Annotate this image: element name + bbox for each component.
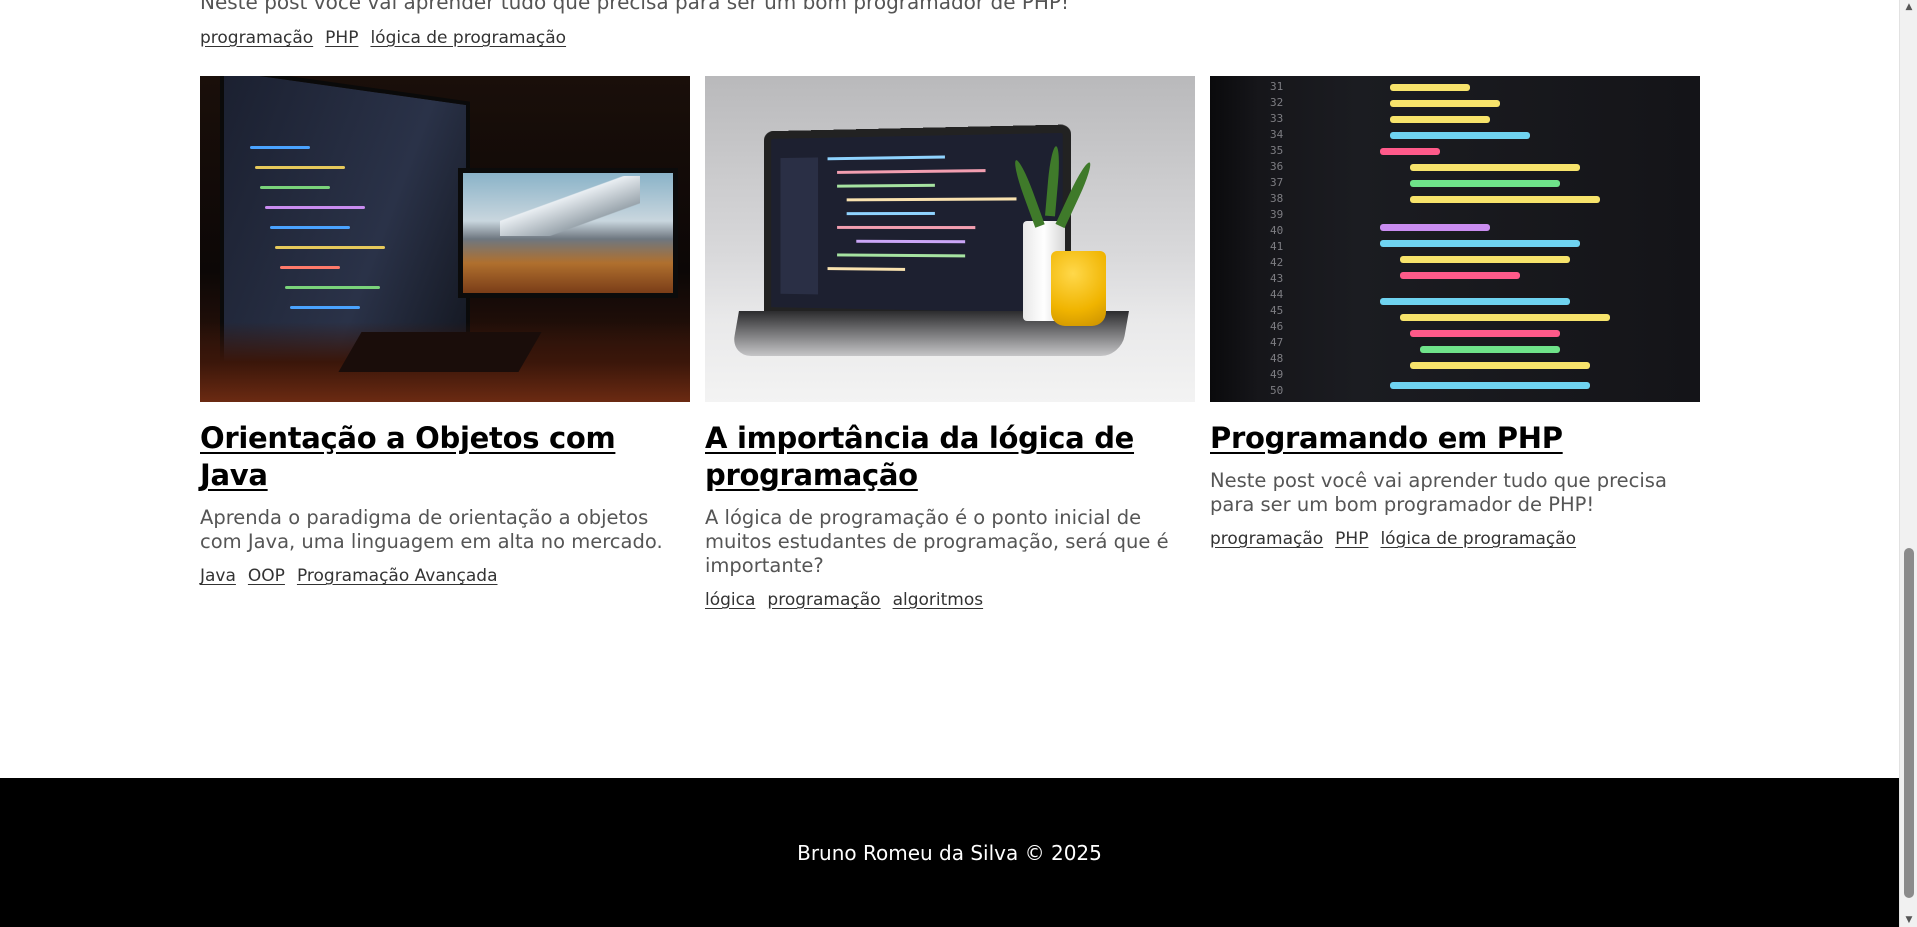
top-post-description: Neste post você vai aprender tudo que pr… (200, 0, 1070, 14)
yellow-mug (1051, 251, 1106, 326)
tag-link[interactable]: programação (767, 590, 880, 610)
tag-link[interactable]: programação (200, 28, 313, 48)
post-description: Aprenda o paradigma de orientação a obje… (200, 506, 663, 553)
post-title-link[interactable]: A importância da lógica de programação (705, 421, 1134, 492)
tag-link[interactable]: PHP (1335, 529, 1368, 549)
tag-link[interactable]: lógica de programação (370, 28, 566, 48)
scrollbar-thumb[interactable] (1904, 548, 1914, 898)
post-grid: Orientação a Objetos com Java Aprenda o … (200, 76, 1700, 610)
post-tags: lógica programação algoritmos (705, 590, 1195, 610)
post-tags: programação PHP lógica de programação (1210, 529, 1700, 549)
scroll-up-icon[interactable]: ▲ (1900, 0, 1917, 14)
post-card: 31 32 33 34 35 36 37 38 39 40 41 42 43 4… (1210, 76, 1700, 610)
tag-link[interactable]: Java (200, 566, 236, 586)
code-closeup-image[interactable]: 31 32 33 34 35 36 37 38 39 40 41 42 43 4… (1210, 76, 1700, 402)
post-card: Orientação a Objetos com Java Aprenda o … (200, 76, 690, 610)
scroll-down-icon[interactable]: ▼ (1900, 913, 1917, 927)
tag-link[interactable]: OOP (248, 566, 285, 586)
post-title-link[interactable]: Orientação a Objetos com Java (200, 421, 616, 492)
post-title-link[interactable]: Programando em PHP (1210, 421, 1563, 455)
site-footer: Bruno Romeu da Silva © 2025 (0, 778, 1899, 927)
laptop-code-image[interactable] (705, 76, 1195, 402)
post-description: A lógica de programação é o ponto inicia… (705, 506, 1169, 577)
post-card: A importância da lógica de programação A… (705, 76, 1195, 610)
footer-copyright: Bruno Romeu da Silva © 2025 (797, 840, 1102, 865)
post-description: Neste post você vai aprender tudo que pr… (1210, 469, 1667, 516)
vertical-scrollbar[interactable]: ▲ ▼ (1899, 0, 1917, 927)
top-post-tags: programação PHP lógica de programação (200, 28, 566, 48)
tag-link[interactable]: lógica (705, 590, 755, 610)
post-tags: Java OOP Programação Avançada (200, 566, 690, 586)
tag-link[interactable]: Programação Avançada (297, 566, 498, 586)
tag-link[interactable]: programação (1210, 529, 1323, 549)
tag-link[interactable]: PHP (325, 28, 358, 48)
page: Neste post você vai aprender tudo que pr… (0, 0, 1899, 927)
tag-link[interactable]: lógica de programação (1380, 529, 1576, 549)
tag-link[interactable]: algoritmos (893, 590, 984, 610)
dual-monitor-code-image[interactable] (200, 76, 690, 402)
